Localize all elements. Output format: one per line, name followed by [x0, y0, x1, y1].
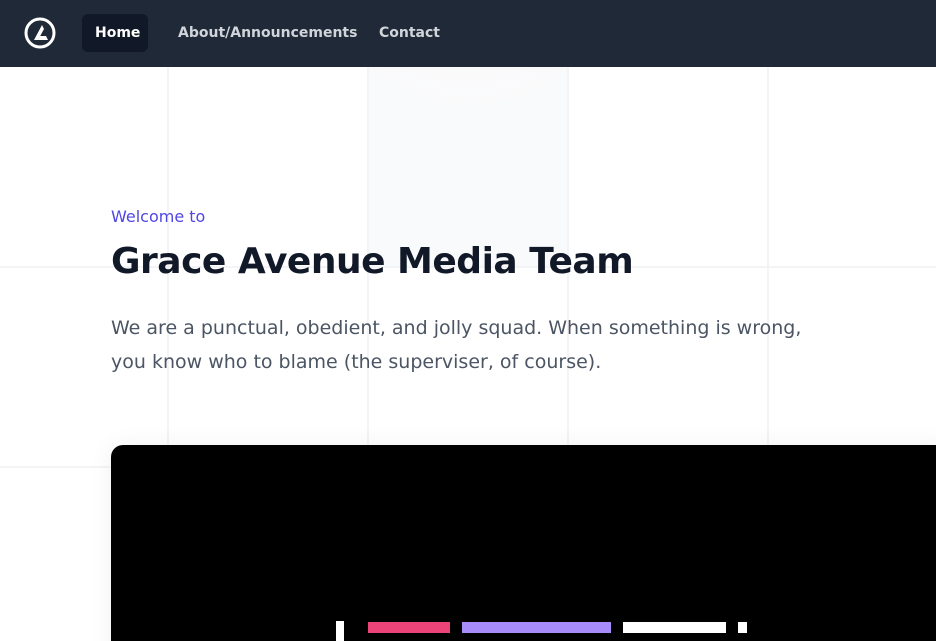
brand-logo-icon[interactable]: [24, 17, 56, 49]
hero-eyebrow: Welcome to: [111, 207, 206, 226]
page-title: Grace Avenue Media Team: [111, 241, 634, 282]
pink-bar: [368, 622, 450, 633]
purple-bar: [462, 622, 611, 633]
app-screenshot-panel: [111, 445, 936, 641]
hero-description: We are a punctual, obedient, and jolly s…: [111, 317, 802, 373]
white-small-bar: [738, 622, 747, 633]
white-bar: [623, 622, 726, 633]
nav-item-contact[interactable]: Contact: [366, 14, 453, 52]
nav-item-home[interactable]: Home: [82, 14, 148, 52]
white-vertical-bar: [336, 621, 344, 641]
top-navbar: Home About/Announcements Contact: [0, 0, 936, 67]
nav-item-about-announcements[interactable]: About/Announcements: [165, 14, 370, 52]
